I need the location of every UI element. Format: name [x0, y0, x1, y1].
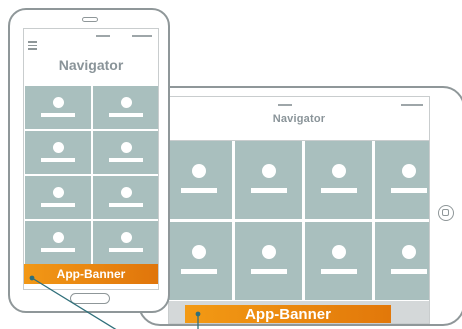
- home-square-icon: [442, 209, 449, 216]
- phone-navigator-title: Navigator: [58, 57, 124, 73]
- label-placeholder-bar: [41, 202, 75, 207]
- navigator-tile[interactable]: [169, 141, 232, 219]
- user-placeholder-icon: [331, 164, 346, 179]
- navigator-tile[interactable]: [235, 141, 302, 219]
- user-placeholder-icon: [401, 164, 416, 179]
- navigator-tile[interactable]: [25, 86, 91, 129]
- tablet-sensor-icon: [278, 104, 292, 106]
- user-placeholder-icon: [52, 187, 64, 199]
- phone-header: Navigator: [24, 29, 158, 87]
- label-placeholder-bar: [109, 247, 143, 252]
- navigator-tile[interactable]: [305, 222, 372, 300]
- label-placeholder-bar: [250, 187, 287, 193]
- label-placeholder-bar: [180, 187, 217, 193]
- user-placeholder-icon: [401, 245, 416, 260]
- user-placeholder-icon: [120, 97, 132, 109]
- navigator-tile[interactable]: [375, 222, 429, 300]
- label-placeholder-bar: [109, 202, 143, 207]
- phone-screen: Navigator App-Banner: [23, 28, 159, 290]
- navigator-tile[interactable]: [25, 221, 91, 264]
- user-placeholder-icon: [120, 142, 132, 154]
- label-placeholder-bar: [390, 187, 427, 193]
- label-placeholder-bar: [41, 112, 75, 117]
- label-placeholder-bar: [41, 157, 75, 162]
- navigator-tile[interactable]: [375, 141, 429, 219]
- user-placeholder-icon: [191, 245, 206, 260]
- phone-sensor-icon: [96, 35, 110, 37]
- label-placeholder-bar: [320, 268, 357, 274]
- user-placeholder-icon: [52, 142, 64, 154]
- user-placeholder-icon: [261, 164, 276, 179]
- navigator-tile[interactable]: [25, 176, 91, 219]
- label-placeholder-bar: [320, 187, 357, 193]
- label-placeholder-bar: [41, 247, 75, 252]
- navigator-tile[interactable]: [235, 222, 302, 300]
- tablet-home-button-icon[interactable]: [438, 205, 454, 221]
- label-placeholder-bar: [109, 112, 143, 117]
- tablet-status-icon: [401, 104, 423, 106]
- navigator-tile[interactable]: [93, 221, 158, 264]
- tablet-tile-grid: [169, 141, 429, 302]
- tablet-header: Navigator: [169, 97, 429, 141]
- user-placeholder-icon: [191, 164, 206, 179]
- navigator-tile[interactable]: [25, 131, 91, 174]
- tablet-screen: Navigator App-Banner: [168, 96, 430, 324]
- label-placeholder-bar: [109, 157, 143, 162]
- user-placeholder-icon: [52, 232, 64, 244]
- user-placeholder-icon: [261, 245, 276, 260]
- navigator-tile[interactable]: [93, 86, 158, 129]
- phone-tile-grid: [25, 86, 158, 264]
- navigator-tile[interactable]: [169, 222, 232, 300]
- user-placeholder-icon: [52, 97, 64, 109]
- user-placeholder-icon: [120, 187, 132, 199]
- user-placeholder-icon: [120, 232, 132, 244]
- tablet-navigator-title: Navigator: [272, 113, 326, 125]
- navigator-tile[interactable]: [305, 141, 372, 219]
- user-placeholder-icon: [331, 245, 346, 260]
- phone-home-button-icon[interactable]: [70, 293, 110, 304]
- phone-speaker-icon: [82, 17, 98, 22]
- phone-status-icon: [132, 35, 152, 37]
- navigator-tile[interactable]: [93, 176, 158, 219]
- phone-app-banner[interactable]: App-Banner: [24, 264, 158, 284]
- navigator-tile[interactable]: [93, 131, 158, 174]
- tablet-app-banner[interactable]: App-Banner: [185, 305, 391, 323]
- label-placeholder-bar: [390, 268, 427, 274]
- label-placeholder-bar: [250, 268, 287, 274]
- label-placeholder-bar: [180, 268, 217, 274]
- hamburger-menu-icon[interactable]: [28, 41, 37, 50]
